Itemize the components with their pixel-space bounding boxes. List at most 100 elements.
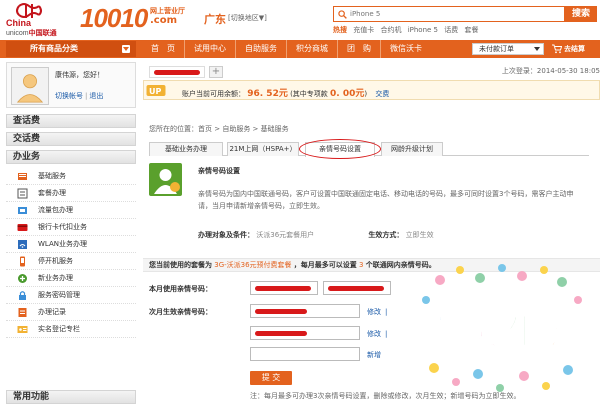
search-button[interactable]: 搜索	[565, 6, 597, 22]
all-categories-button[interactable]: 所有商品分类	[6, 41, 136, 57]
region-name: 广东	[204, 13, 226, 26]
current-numbers-label: 本月使用亲情号码：	[149, 285, 212, 293]
nav-item-self-service[interactable]: 自助服务	[236, 40, 287, 58]
cart-icon	[552, 44, 562, 54]
balance-label: 账户当前可用余额：	[182, 90, 245, 98]
link-separator: |	[85, 92, 88, 100]
last-login-time: 上次登录：2014-05-30 18:05	[501, 67, 600, 75]
nav-item-points-mall[interactable]: 积分商城	[287, 40, 338, 58]
breadcrumb: 您所在的位置：首页 > 自助服务 > 基础服务	[149, 125, 289, 133]
next-month-numbers-label: 次月生效亲情号码：	[149, 308, 212, 316]
sidebar-item-package[interactable]: 套餐办理	[6, 185, 136, 202]
family-number-input[interactable]	[250, 326, 360, 340]
hot-word[interactable]: iPhone 5	[408, 26, 438, 34]
add-number-link[interactable]: 新增	[367, 350, 381, 360]
search-icon	[338, 10, 347, 19]
sidebar-item-label: 办理记录	[38, 308, 66, 316]
sidebar-item-bank-card[interactable]: 银行卡代扣业务	[6, 219, 136, 236]
hot-word[interactable]: 套餐	[464, 26, 478, 34]
data-pack-icon	[18, 207, 27, 214]
hot-word[interactable]: 充值卡	[353, 26, 374, 34]
current-number-field	[250, 281, 318, 295]
sidebar-head-common[interactable]: 常用功能	[6, 390, 136, 404]
logo-text-china: China	[6, 18, 32, 28]
service-description-line: 亲情号码为国内中国联通号码，客户可设置中国联通固定电话、移动电话的号码，最多可同…	[198, 190, 574, 198]
tab-basic-business[interactable]: 基础业务办理	[149, 142, 223, 156]
redacted-phone-mark	[154, 70, 200, 75]
sidebar-item-label: 基础服务	[38, 172, 66, 180]
redacted-phone-mark	[255, 331, 307, 336]
service-title: 亲情号码设置	[198, 167, 240, 175]
tab-21m-hspa[interactable]: 21M上网（HSPA+）	[227, 142, 299, 156]
search-input[interactable]	[350, 8, 560, 20]
nav-item-trial[interactable]: 试用中心	[185, 40, 236, 58]
sidebar-item-label: WLAN业务办理	[38, 240, 88, 248]
basic-service-icon	[18, 173, 27, 180]
sidebar-item-label: 实名登记专栏	[38, 325, 80, 333]
notice-text: ，每月最多可以设置	[293, 261, 357, 269]
nav-item-wechat-card[interactable]: 微信沃卡	[381, 40, 431, 58]
records-icon	[18, 308, 27, 317]
sidebar-item-label: 服务密码管理	[38, 291, 80, 299]
all-categories-label: 所有商品分类	[30, 44, 78, 53]
wlan-icon	[18, 240, 27, 249]
sidebar-item-data-pack[interactable]: 流量包办理	[6, 202, 136, 219]
sidebar-item-power-service[interactable]: 停开机服务	[6, 253, 136, 270]
unpaid-orders-label: 未付款订单	[479, 45, 514, 53]
modify-label: 修改	[367, 330, 381, 338]
redacted-phone-mark	[328, 286, 384, 291]
hot-search-label: 热搜	[333, 26, 347, 34]
family-number-input[interactable]	[250, 304, 360, 318]
id-card-icon	[17, 326, 28, 333]
recharge-link[interactable]: 交费	[375, 90, 389, 98]
logout-link[interactable]: 退出	[89, 92, 103, 100]
notice-count: 3	[359, 261, 364, 269]
nav-menu: 首 页 试用中心 自助服务 积分商城 团 购 微信沃卡	[142, 40, 431, 58]
sidebar-item-real-name[interactable]: 实名登记专栏	[6, 321, 136, 338]
watermark-logo: 宜 美 生 活	[422, 264, 584, 392]
sidebar-item-records[interactable]: 办理记录	[6, 304, 136, 321]
hot-word[interactable]: 合约机	[380, 26, 401, 34]
logo-10010[interactable]: 10010	[80, 3, 148, 34]
hot-word[interactable]: 话费	[444, 26, 458, 34]
sidebar-head-business[interactable]: 办业务	[6, 150, 136, 164]
watermark-char: 美	[465, 313, 499, 353]
unpaid-orders-select[interactable]: 未付款订单	[472, 43, 544, 55]
balance-amount: 96. 52元	[247, 89, 288, 99]
nav-item-group-buy[interactable]: 团 购	[338, 40, 381, 58]
watermark-char: 生	[507, 313, 541, 353]
switch-account-link[interactable]: 切换帐号	[55, 92, 83, 100]
hot-search-words: 热搜 充值卡 合约机 iPhone 5 话费 套餐	[333, 25, 482, 35]
modify-number-link[interactable]: 修改 |	[367, 329, 387, 339]
sidebar-item-basic-service[interactable]: 基础服务	[6, 168, 136, 185]
site-header: China unicom中国联通 10010 网上营业厅 .com 广东 [切换…	[0, 0, 600, 40]
add-account-tab-button[interactable]: +	[209, 66, 223, 78]
checkout-button[interactable]: 去结算	[552, 43, 585, 55]
service-conditions: 办理对象及条件： 沃派36元套餐用户 生效方式： 立即生效	[198, 230, 434, 240]
sidebar-head-query-bill[interactable]: 查话费	[6, 114, 136, 128]
bank-card-icon	[17, 224, 28, 231]
sidebar-item-label: 套餐办理	[38, 189, 66, 197]
balance-text: 账户当前可用余额： 96. 52元 (其中专项款 0. 00元) 交费	[182, 86, 389, 99]
tab-network-age[interactable]: 网龄升级计划	[381, 142, 443, 156]
submit-button[interactable]: 提 交	[250, 371, 292, 385]
sidebar-item-label: 银行卡代扣业务	[38, 223, 87, 231]
logo-text-unicom: unicom中国联通	[6, 30, 57, 37]
account-tab[interactable]	[149, 66, 205, 78]
nav-item-home[interactable]: 首 页	[142, 40, 185, 58]
sidebar-head-pay-bill[interactable]: 交话费	[6, 132, 136, 146]
sidebar-item-new-business[interactable]: 新业务办理	[6, 270, 136, 287]
chevron-down-icon	[122, 45, 130, 53]
logo-suffix: .com	[150, 15, 178, 26]
special-close: )	[364, 90, 368, 98]
avatar	[11, 67, 49, 105]
modify-number-link[interactable]: 修改 |	[367, 307, 387, 317]
sidebar-item-password[interactable]: 服务密码管理	[6, 287, 136, 304]
region-switch-link[interactable]: [切换地区▼]	[228, 13, 267, 23]
current-number-field	[323, 281, 391, 295]
condition-value: 沃派36元套餐用户	[256, 231, 315, 239]
family-number-input[interactable]	[250, 347, 360, 361]
sidebar-item-wlan[interactable]: WLAN业务办理	[6, 236, 136, 253]
main-navbar: 所有商品分类 首 页 试用中心 自助服务 积分商城 团 购 微信沃卡 未付款订单…	[0, 40, 600, 58]
modify-label: 修改	[367, 308, 381, 316]
